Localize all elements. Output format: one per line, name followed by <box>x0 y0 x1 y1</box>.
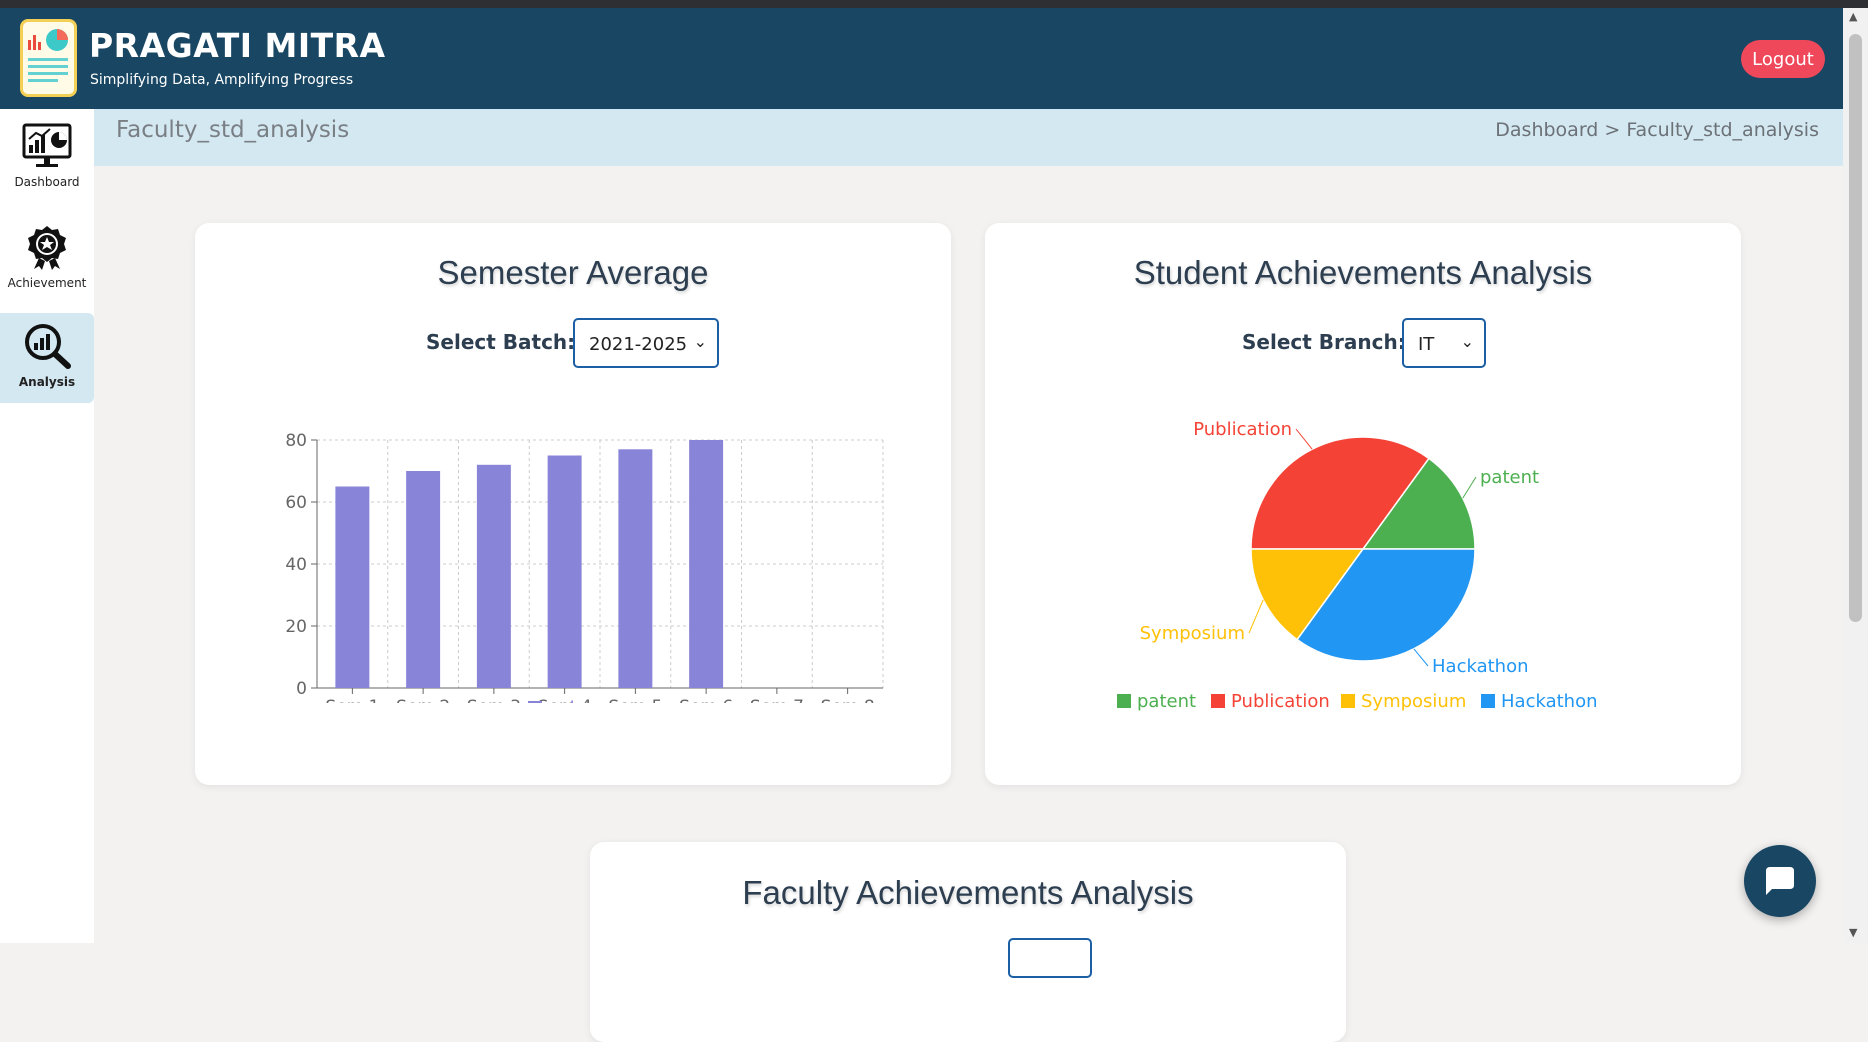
legend-label-hackathon: Hackathon <box>1501 691 1598 712</box>
bar-sem-6 <box>689 440 724 688</box>
x-tick-label: Sem 1 <box>325 697 379 703</box>
pie-label-line <box>1413 648 1429 667</box>
page-scrollbar[interactable]: ▲ ▼ <box>1843 8 1868 943</box>
x-tick-label: Sem 2 <box>396 697 450 703</box>
logo-chart-icon <box>28 29 68 82</box>
page-title: Faculty_std_analysis <box>116 117 350 143</box>
sidebar-item-analysis[interactable]: Analysis <box>0 313 94 403</box>
sidebar-item-label: Dashboard <box>14 175 80 189</box>
brand-title: PRAGATI MITRA <box>89 26 386 65</box>
x-tick-label: Sem 3 <box>467 697 521 703</box>
chevron-down-icon: ⌄ <box>693 332 707 351</box>
y-tick-label: 0 <box>296 679 307 699</box>
faculty-achievements-title: Faculty Achievements Analysis <box>742 874 1194 911</box>
scroll-up-arrow-icon[interactable]: ▲ <box>1849 10 1857 23</box>
pie-label-line <box>1462 476 1477 499</box>
batch-select[interactable]: 2021-2025 ⌄ <box>573 318 719 368</box>
chat-bubble-icon <box>1766 867 1794 895</box>
scrollbar-thumb[interactable] <box>1849 34 1862 622</box>
app-logo <box>20 19 77 97</box>
branch-select-value: IT <box>1418 334 1435 355</box>
page-title-bar: Faculty_std_analysis Dashboard > Faculty… <box>94 109 1843 166</box>
sidebar-item-achievement[interactable]: Achievement <box>0 214 94 304</box>
legend-swatch-publication <box>1211 694 1225 708</box>
semester-bar-chart: 020406080Sem 1Sem 2Sem 3Sem 4Sem 5Sem 6S… <box>285 431 884 703</box>
bar-sem-2 <box>406 471 441 688</box>
semester-average-card: Semester Average Select Batch: 2021-2025… <box>195 223 951 785</box>
sidebar: Dashboard Achievement Analysis <box>0 109 94 943</box>
pie-label-symposium: Symposium <box>1140 623 1245 644</box>
legend-swatch-symposium <box>1341 694 1355 708</box>
y-tick-label: 40 <box>285 555 307 575</box>
pie-label-line <box>1248 599 1264 634</box>
chat-button[interactable] <box>1744 845 1816 917</box>
batch-select-value: 2021-2025 <box>589 334 688 355</box>
branch-select[interactable]: IT ⌄ <box>1402 318 1486 368</box>
scroll-down-arrow-icon[interactable]: ▼ <box>1849 926 1857 939</box>
legend-label-publication: Publication <box>1231 691 1330 712</box>
breadcrumb: Dashboard > Faculty_std_analysis <box>1495 119 1819 141</box>
bar-sem-5 <box>618 449 653 688</box>
x-tick-label: Sem 5 <box>608 697 662 703</box>
x-tick-label: Sem 7 <box>750 697 804 703</box>
chevron-down-icon: ⌄ <box>1460 332 1474 351</box>
y-tick-label: 60 <box>285 493 307 513</box>
legend-swatch-hackathon <box>1481 694 1495 708</box>
faculty-achievements-card: Faculty Achievements Analysis <box>590 842 1346 1042</box>
logout-button[interactable]: Logout <box>1741 40 1825 78</box>
pie-label-line <box>1295 428 1313 450</box>
bar-sem-4 <box>547 455 582 688</box>
y-tick-label: 20 <box>285 617 307 637</box>
achievements-pie-chart: patent Publication Symposium Hackathon paten… <box>1117 419 1598 712</box>
legend-swatch-value <box>528 701 542 703</box>
faculty-branch-select[interactable] <box>1008 938 1092 978</box>
sidebar-item-label: Analysis <box>18 375 76 389</box>
window-top-border <box>0 0 1868 8</box>
legend-label-symposium: Symposium <box>1361 691 1466 712</box>
batch-select-label: Select Batch: <box>426 330 576 354</box>
legend-label-value: value <box>548 698 597 703</box>
bar-sem-3 <box>476 464 511 688</box>
legend-swatch-patent <box>1117 694 1131 708</box>
bar-sem-1 <box>335 486 370 688</box>
brand-subtitle: Simplifying Data, Amplifying Progress <box>90 72 354 88</box>
pie-label-hackathon: Hackathon <box>1432 656 1529 677</box>
pie-label-publication: Publication <box>1193 419 1292 440</box>
sidebar-item-label: Achievement <box>7 276 87 290</box>
x-tick-label: Sem 6 <box>679 697 733 703</box>
pie-label-patent: patent <box>1480 467 1539 488</box>
app-header: PRAGATI MITRA Simplifying Data, Amplifyi… <box>0 8 1843 109</box>
student-achievements-card: Student Achievements Analysis Select Bra… <box>985 223 1741 785</box>
dashboard-monitor-icon <box>22 123 72 167</box>
student-achievements-title: Student Achievements Analysis <box>1133 254 1593 291</box>
y-tick-label: 80 <box>285 431 307 451</box>
sidebar-item-dashboard[interactable]: Dashboard <box>0 113 94 203</box>
legend-label-patent: patent <box>1137 691 1196 712</box>
semester-average-title: Semester Average <box>437 254 709 291</box>
branch-select-label: Select Branch: <box>1242 330 1406 354</box>
analysis-magnifier-icon <box>25 324 71 369</box>
award-badge-icon <box>28 226 66 270</box>
x-tick-label: Sem 8 <box>821 697 875 703</box>
